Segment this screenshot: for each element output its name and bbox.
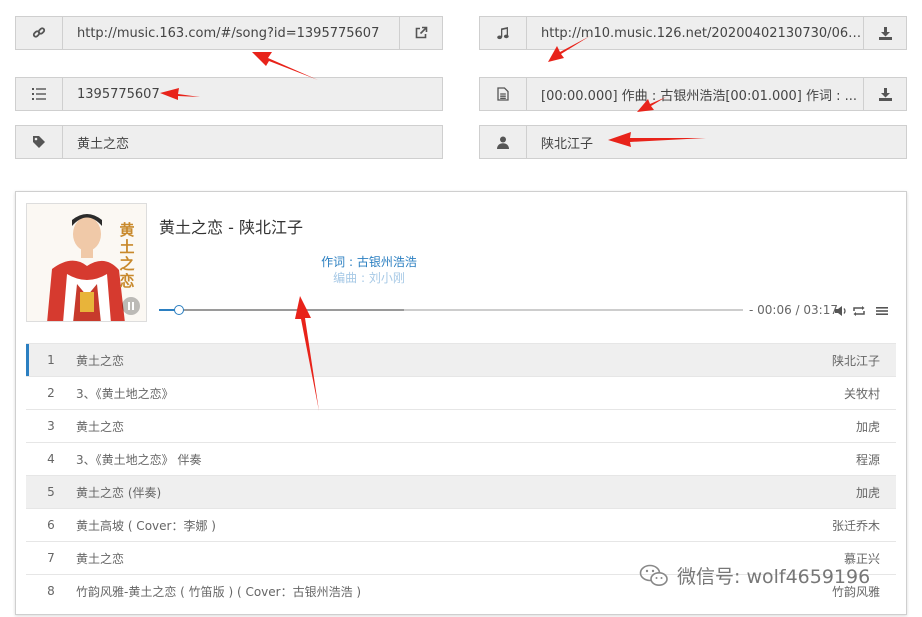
lyric-field: [00:00.000] 作曲 : 古银州浩浩[00:01.000] 作词 : .…	[479, 77, 907, 111]
cover-pause-button[interactable]	[122, 297, 140, 315]
track-number: 3	[47, 419, 55, 433]
mp3-url-value[interactable]: http://m10.music.126.net/20200402130730/…	[541, 26, 863, 41]
lyric-value[interactable]: [00:00.000] 作曲 : 古银州浩浩[00:01.000] 作词 : .…	[541, 85, 857, 104]
track-artist: 陕北江子	[831, 353, 880, 368]
external-link-icon	[415, 26, 428, 39]
song-id-field: 1395775607	[15, 77, 443, 111]
track-number: 8	[47, 584, 55, 598]
artist-value[interactable]: 陕北江子	[541, 133, 593, 152]
song-name-value[interactable]: 黄土之恋	[77, 133, 129, 152]
track-name: 黄土之恋 (伴奏)	[76, 485, 162, 500]
volume-button[interactable]	[834, 303, 848, 317]
link-icon	[16, 17, 63, 49]
track-artist: 关牧村	[843, 386, 880, 401]
arrow-annotation	[252, 52, 318, 80]
track-number: 5	[47, 485, 55, 499]
download-lyric-button[interactable]	[863, 78, 906, 110]
track-number: 6	[47, 518, 55, 532]
lyric-next-line: 编曲 : 刘小刚	[333, 271, 405, 285]
loop-button[interactable]	[852, 303, 866, 317]
song-id-value[interactable]: 1395775607	[77, 87, 160, 102]
track-number: 4	[47, 452, 55, 466]
progress-buffered	[159, 309, 405, 311]
playlist-row[interactable]: 4 3、《黄土地之恋》 伴奏 程源	[26, 442, 896, 475]
watermark: 微信号: wolf4659196	[639, 562, 870, 589]
track-name: 黄土之恋	[76, 353, 125, 368]
player-song-title: 黄土之恋 - 陕北江子	[159, 218, 303, 237]
list-icon	[16, 78, 63, 110]
track-name: 3、《黄土地之恋》	[76, 386, 174, 401]
user-icon	[480, 126, 527, 158]
playlist-row[interactable]: 5 黄土之恋 (伴奏) 加虎	[26, 475, 896, 508]
menu-icon	[876, 307, 888, 315]
track-number: 7	[47, 551, 55, 565]
pause-icon	[128, 302, 134, 310]
lyric-current-line: 作词 : 古银州浩浩	[321, 255, 417, 269]
loop-icon	[853, 306, 865, 316]
download-icon	[878, 26, 892, 40]
playlist-row[interactable]: 1 黄土之恋 陕北江子	[26, 343, 896, 376]
track-name: 黄土之恋	[76, 419, 125, 434]
artist-field: 陕北江子	[479, 125, 907, 159]
track-number: 1	[47, 353, 55, 367]
time-display: - 00:06 / 03:17	[749, 303, 838, 317]
volume-icon	[835, 306, 846, 316]
song-url-field: http://music.163.com/#/song?id=139577560…	[15, 16, 443, 50]
album-cover: 黄土之恋	[26, 203, 147, 322]
track-artist: 加虎	[855, 485, 880, 500]
track-number: 2	[47, 386, 55, 400]
track-name: 3、《黄土地之恋》 伴奏	[76, 452, 202, 467]
track-name: 黄土高坡 ( Cover：李娜 )	[76, 518, 216, 533]
download-icon	[878, 87, 892, 101]
playlist-row[interactable]: 2 3、《黄土地之恋》 关牧村	[26, 376, 896, 409]
music-player: 黄土之恋 黄土之恋 - 陕北江子 作词 : 古银州浩浩 编曲 : 刘小刚 - 0…	[15, 191, 907, 615]
playlist-row[interactable]: 3 黄土之恋 加虎	[26, 409, 896, 442]
playlist-toggle-button[interactable]	[875, 303, 889, 317]
track-artist: 程源	[855, 452, 880, 467]
wechat-icon	[639, 564, 668, 586]
open-link-button[interactable]	[399, 17, 442, 49]
tag-icon	[16, 126, 63, 158]
song-url-value[interactable]: http://music.163.com/#/song?id=139577560…	[77, 26, 379, 41]
download-mp3-button[interactable]	[863, 17, 906, 49]
file-text-icon	[480, 78, 527, 110]
music-note-icon	[480, 17, 527, 49]
playlist-row[interactable]: 6 黄土高坡 ( Cover：李娜 ) 张迁乔木	[26, 508, 896, 541]
progress-bar[interactable]	[159, 305, 743, 315]
watermark-text: 微信号: wolf4659196	[677, 566, 871, 588]
track-artist: 加虎	[855, 419, 880, 434]
mp3-url-field: http://m10.music.126.net/20200402130730/…	[479, 16, 907, 50]
cover-title: 黄土之恋	[119, 221, 135, 290]
progress-thumb[interactable]	[173, 305, 184, 315]
track-artist: 张迁乔木	[831, 518, 880, 533]
song-name-field: 黄土之恋	[15, 125, 443, 159]
